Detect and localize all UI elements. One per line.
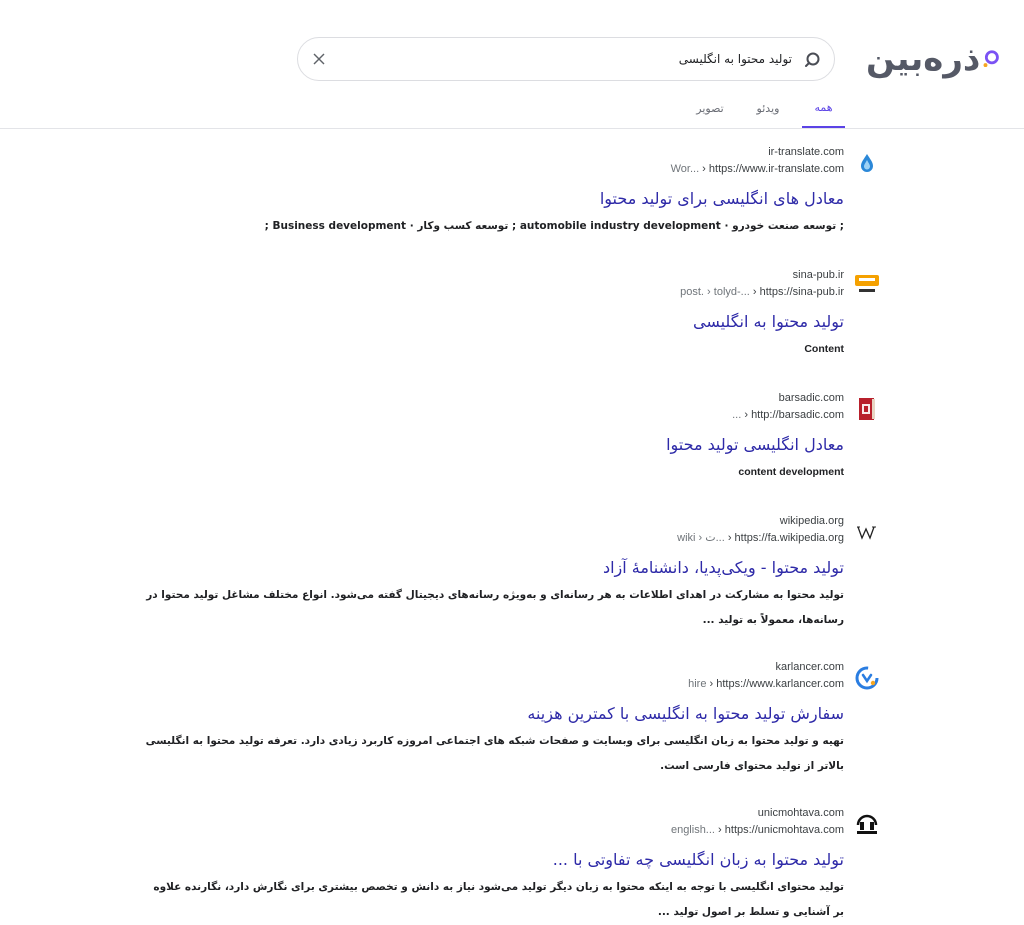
result-favicon (854, 150, 880, 176)
search-result: unicmohtava.com english... › https://uni… (140, 805, 878, 925)
result-site: barsadic.com (778, 392, 844, 404)
drop-logo-icon (861, 154, 873, 172)
search-result: barsadic.com ... › http://barsadic.com م… (140, 390, 875, 485)
result-url[interactable]: english... › https://unicmohtava.com (140, 821, 844, 839)
search-box (297, 37, 835, 81)
search-result: wikipedia.org wiki › ت... › https://fa.w… (140, 513, 876, 633)
close-icon[interactable] (312, 52, 326, 66)
result-url[interactable]: Wor... › https://www.ir-translate.com (140, 160, 844, 178)
search-results-page: ذره‌بین همه ویدئو تصویر ir-trans (0, 0, 1024, 925)
result-snippet: Content (804, 343, 844, 355)
sina-logo-icon (855, 275, 879, 296)
search-result: ir-translate.com Wor... › https://www.ir… (140, 144, 873, 239)
dictionary-book-icon (859, 398, 875, 420)
tab-video[interactable]: ویدئو (748, 88, 788, 128)
header-divider (0, 128, 1024, 129)
tab-all[interactable]: همه (802, 88, 845, 128)
karlancer-logo-icon (855, 666, 879, 690)
result-favicon (854, 811, 880, 837)
result-title-link[interactable]: تولید محتوا به انگلیسی (140, 310, 844, 334)
result-site: sina-pub.ir (792, 269, 844, 281)
result-snippet: تولید محتوای انگلیسی با توجه به اینکه مح… (153, 881, 844, 918)
result-favicon (854, 273, 880, 299)
result-title-link[interactable]: تولید محتوا - ویکی‌پدیا، دانشنامهٔ آزاد (140, 556, 844, 580)
result-site: wikipedia.org (779, 515, 844, 527)
result-title-link[interactable]: تولید محتوا به زبان انگلیسی چه تفاوتی با… (140, 848, 844, 872)
search-result: sina-pub.ir post. › tolyd-... › https://… (140, 267, 879, 362)
result-url[interactable]: wiki › ت... › https://fa.wikipedia.org (140, 529, 844, 547)
magnifier-logo-icon (983, 50, 1000, 68)
result-site: ir-translate.com (768, 146, 844, 158)
result-title-link[interactable]: معادل انگلیسی تولید محتوا (140, 433, 844, 457)
brand-logo[interactable]: ذره‌بین (866, 36, 1000, 82)
result-url[interactable]: post. › tolyd-... › https://sina-pub.ir (140, 283, 844, 301)
result-title-link[interactable]: سفارش تولید محتوا به انگلیسی با کمترین ه… (140, 702, 844, 726)
result-favicon (854, 665, 880, 691)
result-favicon (854, 396, 880, 422)
result-snippet: ; توسعه صنعت خودرو · automobile industry… (264, 220, 844, 232)
search-result: karlancer.com hire › https://www.karlanc… (140, 659, 879, 779)
result-url[interactable]: ... › http://barsadic.com (140, 406, 844, 424)
result-title-link[interactable]: معادل های انگلیسی برای تولید محتوا (140, 187, 844, 211)
result-snippet: تولید محتوا به مشارکت در اهدای اطلاعات ب… (146, 589, 844, 626)
result-url[interactable]: hire › https://www.karlancer.com (140, 675, 844, 693)
search-icon[interactable] (802, 50, 822, 70)
result-site: unicmohtava.com (757, 807, 844, 819)
result-site: karlancer.com (775, 661, 844, 673)
wikipedia-w-icon (857, 526, 876, 540)
brand-name: ذره‌بین (866, 39, 981, 79)
result-snippet: content development (738, 466, 844, 478)
tab-image[interactable]: تصویر (690, 88, 730, 128)
result-favicon (854, 519, 880, 545)
unicmohtava-logo-icon (856, 814, 878, 834)
result-snippet: تهیه و تولید محتوا به زبان انگلیسی برای … (145, 735, 844, 772)
search-input[interactable] (372, 44, 792, 74)
